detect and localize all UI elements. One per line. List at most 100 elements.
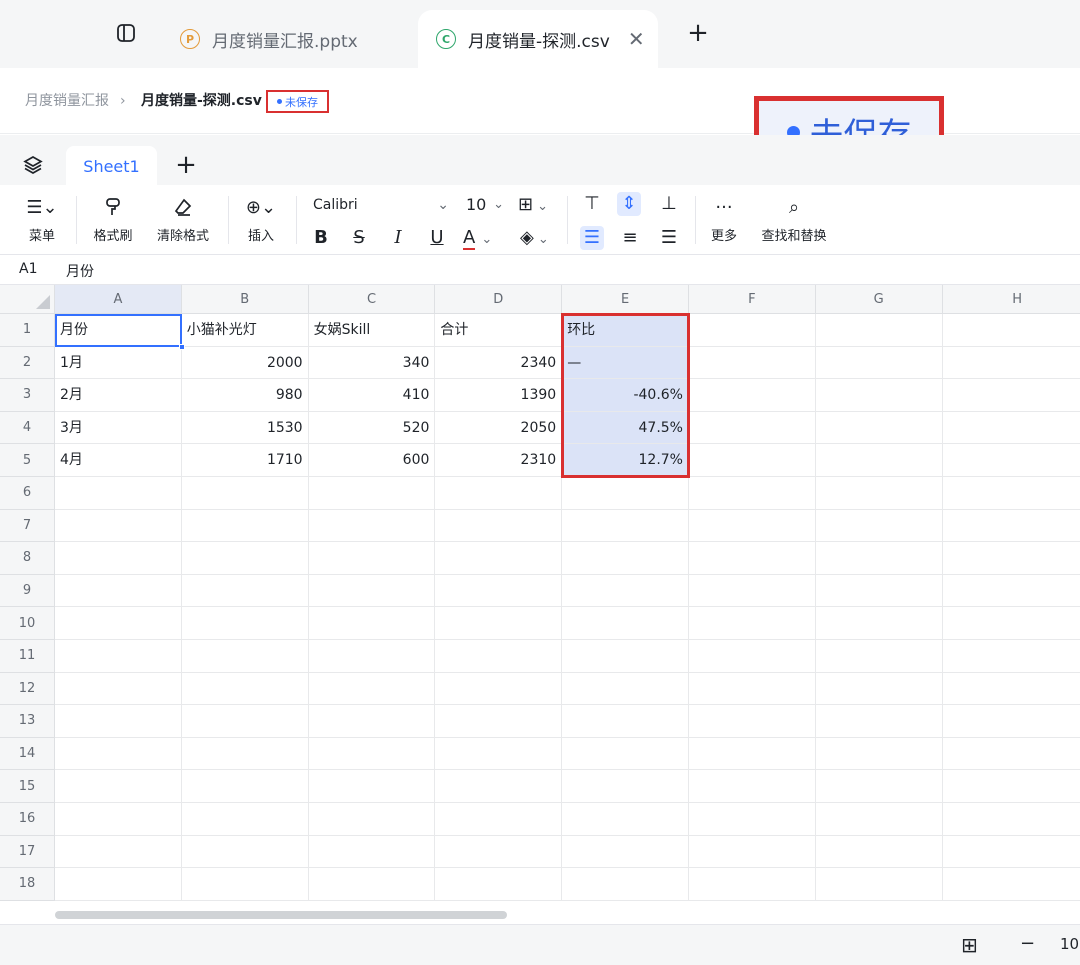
sidebar-toggle-icon[interactable] — [116, 23, 136, 43]
row-header-6[interactable]: 6 — [0, 477, 55, 510]
cell-g16[interactable] — [815, 803, 943, 836]
cell-h13[interactable] — [942, 705, 1080, 738]
cell-a6[interactable] — [55, 477, 182, 510]
cell-b16[interactable] — [181, 803, 309, 836]
cell-b17[interactable] — [181, 835, 309, 869]
cell-h1[interactable] — [942, 314, 1080, 347]
cell-c5[interactable]: 600 — [308, 444, 436, 477]
cell-h18[interactable] — [942, 868, 1080, 901]
cell-d3[interactable]: 1390 — [435, 379, 563, 412]
cell-f11[interactable] — [689, 640, 816, 673]
cell-g3[interactable] — [815, 379, 943, 412]
cell-h14[interactable] — [942, 738, 1080, 771]
cell-reference[interactable]: A1 — [19, 261, 37, 277]
cell-d12[interactable] — [435, 672, 563, 706]
cell-d2[interactable]: 2340 — [435, 346, 563, 380]
tab-csv[interactable]: C 月度销量-探测.csv ✕ — [418, 10, 658, 68]
cell-d1[interactable]: 合计 — [435, 314, 563, 347]
cell-b9[interactable] — [181, 574, 309, 608]
cell-d15[interactable] — [435, 770, 563, 803]
cell-f16[interactable] — [689, 803, 816, 836]
cell-d9[interactable] — [435, 574, 563, 608]
cell-e13[interactable] — [562, 705, 689, 738]
cell-g17[interactable] — [815, 835, 943, 869]
cell-e14[interactable] — [562, 737, 689, 771]
cell-e18[interactable] — [562, 868, 689, 901]
fill-color-button[interactable]: ◈ ⌄ — [520, 226, 562, 252]
bold-button[interactable]: B — [309, 226, 333, 250]
cell-b13[interactable] — [181, 705, 309, 738]
zoom-level[interactable]: 10 — [1060, 935, 1079, 953]
row-header-12[interactable]: 12 — [0, 672, 55, 706]
cell-g12[interactable] — [815, 672, 943, 706]
column-header-h[interactable]: H — [942, 285, 1080, 314]
cell-e12[interactable] — [562, 672, 689, 706]
fill-handle[interactable] — [178, 343, 185, 350]
align-center-icon[interactable]: ≡ — [618, 226, 642, 250]
row-header-9[interactable]: 9 — [0, 574, 55, 608]
cell-f13[interactable] — [689, 705, 816, 738]
cell-b11[interactable] — [181, 640, 309, 673]
cell-h15[interactable] — [942, 770, 1080, 803]
underline-button[interactable]: U — [425, 226, 449, 250]
cell-a16[interactable] — [55, 803, 182, 836]
row-header-18[interactable]: 18 — [0, 868, 55, 901]
cell-c17[interactable] — [308, 835, 436, 869]
cell-d7[interactable] — [435, 509, 563, 543]
italic-button[interactable]: I — [386, 226, 410, 250]
cell-g10[interactable] — [815, 607, 943, 640]
cell-d10[interactable] — [435, 607, 563, 640]
cell-c4[interactable]: 520 — [308, 411, 436, 445]
cell-e11[interactable] — [562, 640, 689, 673]
cell-h6[interactable] — [942, 477, 1080, 510]
new-tab-button[interactable]: + — [686, 19, 710, 47]
cell-b18[interactable] — [181, 868, 309, 901]
cell-d11[interactable] — [435, 640, 563, 673]
cell-f4[interactable] — [689, 411, 816, 445]
cell-d17[interactable] — [435, 835, 563, 869]
cell-b3[interactable]: 980 — [181, 379, 309, 412]
cell-d13[interactable] — [435, 705, 563, 738]
format-painter-button[interactable]: 格式刷 — [88, 197, 138, 244]
cell-g14[interactable] — [815, 737, 943, 771]
cell-f6[interactable] — [689, 477, 816, 510]
close-tab-icon[interactable]: ✕ — [628, 27, 645, 51]
cell-c15[interactable] — [308, 770, 436, 803]
cell-g2[interactable] — [815, 346, 943, 380]
font-color-button[interactable]: A ⌄ — [463, 226, 505, 252]
align-right-icon[interactable]: ☰ — [657, 226, 681, 250]
column-header-b[interactable]: B — [181, 285, 309, 314]
cell-c1[interactable]: 女娲Skill — [308, 314, 436, 347]
cell-a12[interactable] — [55, 672, 182, 706]
row-header-8[interactable]: 8 — [0, 542, 55, 575]
cell-e2[interactable]: — — [562, 346, 689, 380]
more-button[interactable]: ··· 更多 — [706, 197, 742, 244]
spreadsheet-grid[interactable]: A B C D E F G H 1 月份 小猫补光灯 女娲Skill 合计 环比 2 1月 2000 340 234… — [0, 285, 1080, 905]
cell-e10[interactable] — [562, 607, 689, 640]
cell-c9[interactable] — [308, 574, 436, 608]
cell-g18[interactable] — [815, 868, 943, 901]
cell-b8[interactable] — [181, 542, 309, 575]
cell-g11[interactable] — [815, 640, 943, 673]
clear-format-button[interactable]: 清除格式 — [152, 197, 214, 244]
cell-d4[interactable]: 2050 — [435, 411, 563, 445]
cell-c16[interactable] — [308, 803, 436, 836]
column-header-e[interactable]: E — [562, 285, 689, 314]
cell-h4[interactable] — [942, 412, 1080, 445]
cell-h9[interactable] — [942, 575, 1080, 608]
row-header-13[interactable]: 13 — [0, 705, 55, 738]
cell-e17[interactable] — [562, 835, 689, 869]
cell-a7[interactable] — [55, 509, 182, 543]
cell-a10[interactable] — [55, 607, 182, 640]
insert-button[interactable]: ⊕⌄ 插入 — [240, 197, 282, 244]
cell-g9[interactable] — [815, 574, 943, 608]
cell-a4[interactable]: 3月 — [55, 411, 182, 445]
select-all-corner[interactable] — [0, 285, 55, 314]
borders-button[interactable]: ⊞ ⌄ — [518, 194, 558, 216]
cell-a18[interactable] — [55, 868, 182, 901]
cell-a8[interactable] — [55, 542, 182, 575]
cell-b5[interactable]: 1710 — [181, 444, 309, 477]
menu-button[interactable]: ☰⌄ 菜单 — [20, 197, 64, 244]
zoom-out-button[interactable]: − — [1020, 933, 1035, 954]
layers-icon[interactable] — [22, 154, 44, 176]
